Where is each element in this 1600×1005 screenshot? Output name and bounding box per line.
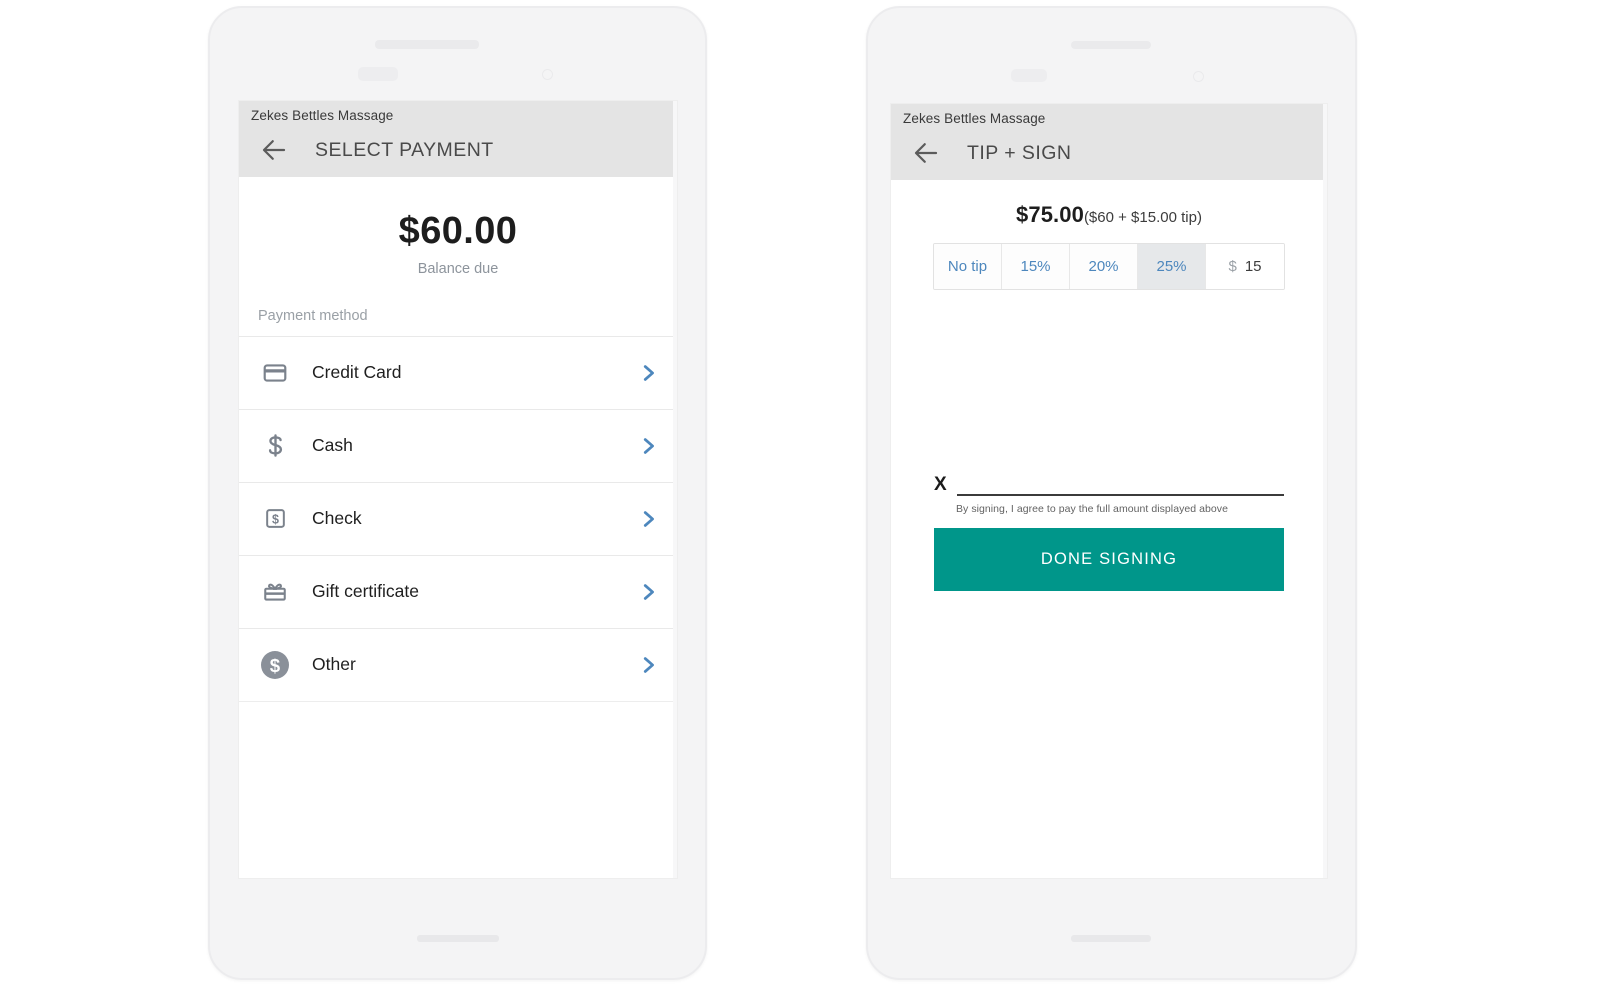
signature-legal-text: By signing, I agree to pay the full amou… [956, 503, 1228, 515]
arrow-left-icon[interactable] [259, 135, 289, 165]
tip-option-25[interactable]: 25% [1138, 244, 1206, 289]
front-camera-icon [542, 69, 553, 80]
tip-option-15[interactable]: 15% [1002, 244, 1070, 289]
scrollbar-left[interactable] [673, 101, 677, 878]
page-title-left: SELECT PAYMENT [315, 138, 494, 161]
done-signing-button[interactable]: DONE SIGNING [934, 528, 1284, 591]
payment-method-label: Gift certificate [312, 581, 419, 602]
tip-total-summary: $75.00($60 + $15.00 tip) [891, 180, 1327, 228]
chevron-right-icon[interactable] [637, 508, 659, 530]
signature-area[interactable]: X By signing, I agree to pay the full am… [934, 290, 1284, 515]
balance-caption: Balance due [417, 260, 499, 277]
speaker-slot-icon [1071, 41, 1151, 49]
tip-option-no-tip[interactable]: No tip [934, 244, 1002, 289]
device-screen-right: Zekes Bettles Massage TIP + SIGN $75.00(… [891, 104, 1327, 878]
home-indicator-bar [417, 935, 499, 942]
gift-icon [257, 574, 293, 610]
earpiece-icon [358, 67, 398, 81]
signature-line[interactable] [956, 494, 1284, 496]
tip-option-20[interactable]: 20% [1070, 244, 1138, 289]
chevron-right-icon[interactable] [637, 654, 659, 676]
payment-method-section-label: Payment method [239, 277, 677, 337]
tip-amount-field[interactable]: $ 15 [1206, 244, 1284, 289]
home-indicator-bar [1071, 935, 1151, 942]
payment-method-row-gift-certificate[interactable]: Gift certificate [239, 556, 677, 629]
tip-total-amount: $75.00 [1016, 202, 1084, 227]
chevron-right-icon[interactable] [637, 362, 659, 384]
payment-method-row-credit-card[interactable]: Credit Card [239, 337, 677, 410]
scrollbar-right[interactable] [1323, 104, 1327, 878]
payment-method-label: Check [312, 508, 362, 529]
payment-method-row-other[interactable]: $ Other [239, 629, 677, 702]
payment-method-label: Other [312, 654, 356, 675]
business-name-right: Zekes Bettles Massage [903, 111, 1046, 126]
balance-summary: $60.00 Balance due [239, 177, 677, 277]
svg-text:$: $ [272, 513, 279, 527]
tip-amount-value: 15 [1244, 258, 1262, 275]
check-square-icon: $ [257, 501, 293, 537]
payment-method-row-cash[interactable]: Cash [239, 410, 677, 483]
dollar-sign-icon [257, 428, 293, 464]
app-bar-left: Zekes Bettles Massage SELECT PAYMENT [239, 101, 677, 177]
signature-marker: X [934, 474, 947, 495]
tip-selector: No tip 15% 20% 25% $ 15 [891, 243, 1327, 290]
app-bar-right: Zekes Bettles Massage TIP + SIGN [891, 104, 1327, 180]
balance-amount: $60.00 [398, 210, 518, 252]
business-name-left: Zekes Bettles Massage [251, 108, 394, 123]
earpiece-icon [1011, 69, 1047, 82]
chevron-right-icon[interactable] [637, 435, 659, 457]
front-camera-icon [1193, 71, 1204, 82]
page-title-right: TIP + SIGN [967, 141, 1072, 164]
payment-method-label: Credit Card [312, 362, 402, 383]
dollar-circle-icon: $ [257, 647, 293, 683]
device-screen-left: Zekes Bettles Massage SELECT PAYMENT $60… [239, 101, 677, 878]
chevron-right-icon[interactable] [637, 581, 659, 603]
arrow-left-icon[interactable] [911, 138, 941, 168]
payment-method-label: Cash [312, 435, 353, 456]
currency-symbol: $ [1228, 258, 1237, 275]
speaker-slot-icon [375, 40, 479, 49]
payment-method-row-check[interactable]: $ Check [239, 483, 677, 556]
svg-text:$: $ [270, 655, 281, 676]
tip-total-breakdown: ($60 + $15.00 tip) [1083, 209, 1202, 226]
credit-card-icon [257, 355, 293, 391]
